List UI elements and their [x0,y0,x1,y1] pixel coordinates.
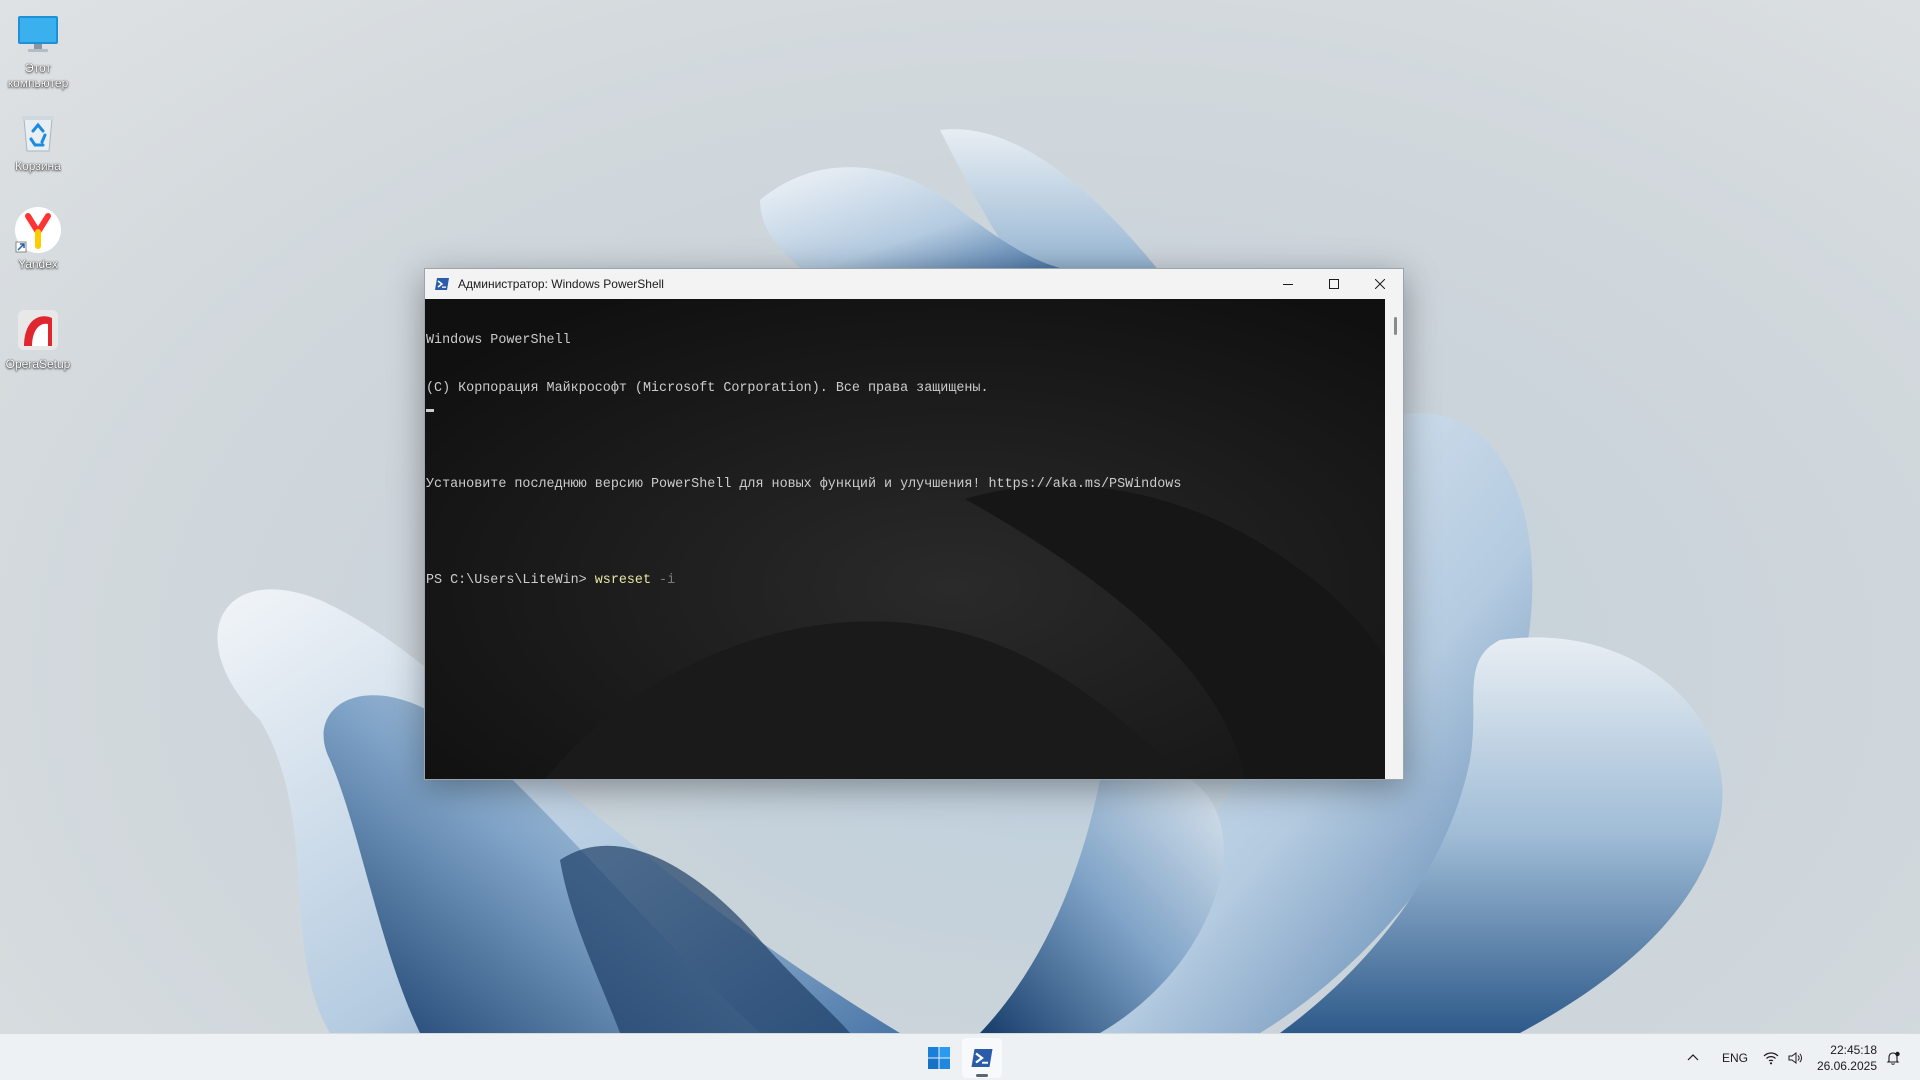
volume-icon [1788,1051,1802,1064]
notification-icon [1886,1051,1900,1065]
wifi-icon [1763,1051,1779,1064]
desktop-icon-label: Корзина [15,159,61,173]
running-indicator [976,1074,988,1077]
desktop-icon-label: Этот компьютер [7,61,69,90]
desktop-icon-label: OperaSetup [5,357,71,371]
clock-date: 26.06.2025 [1816,1059,1877,1073]
console-prompt: PS C:\Users\LiteWin> [426,573,595,588]
console-line: (C) Корпорация Майкрософт (Microsoft Cor… [426,381,989,396]
taskbar: ENG 22:45:18 26.06.2025 [0,1033,1920,1080]
language-label: ENG [1722,1050,1749,1065]
monitor-icon [14,10,62,58]
desktop-icon-operasetup[interactable]: OperaSetup [2,306,74,372]
console-scrollbar[interactable] [1386,299,1403,779]
show-hidden-icons-button[interactable] [1686,1034,1700,1080]
recycle-bin-icon [14,108,62,156]
close-button[interactable] [1357,269,1403,299]
yandex-browser-icon [14,206,62,254]
console-prompt-line: PS C:\Users\LiteWin> wsreset -i [426,573,1181,589]
maximize-icon [1329,279,1339,289]
desktop-icon-this-pc[interactable]: Этот компьютер [2,10,74,91]
desktop-icon-label: Yandex [18,257,58,271]
console-output: Windows PowerShell (C) Корпорация Майкро… [426,301,1181,621]
start-button[interactable] [919,1038,959,1078]
powershell-window[interactable]: Администратор: Windows PowerShell Window… [424,268,1404,780]
volume-button[interactable] [1787,1034,1803,1080]
minimize-icon [1283,284,1293,285]
desktop-icon-yandex[interactable]: Yandex [2,206,74,272]
language-indicator[interactable]: ENG [1722,1034,1748,1080]
taskbar-powershell-button[interactable] [962,1038,1002,1078]
text-cursor [426,409,434,412]
minimize-button[interactable] [1265,269,1311,299]
console-parameter: -i [651,573,676,588]
console-line: Windows PowerShell [426,333,571,348]
scrollbar-thumb[interactable] [1394,317,1397,335]
network-button[interactable] [1763,1034,1779,1080]
close-icon [1375,279,1385,289]
notification-button[interactable] [1885,1034,1901,1080]
powershell-icon [434,276,450,292]
console-area[interactable]: Windows PowerShell (C) Корпорация Майкро… [425,299,1385,779]
clock[interactable]: 22:45:18 26.06.2025 [1817,1042,1877,1074]
powershell-icon [971,1049,993,1067]
console-command: wsreset [594,573,651,588]
clock-time: 22:45:18 [1830,1043,1877,1057]
window-title: Администратор: Windows PowerShell [458,277,664,291]
console-line: Установите последнюю версию PowerShell д… [426,477,1182,492]
desktop-icon-recycle-bin[interactable]: Корзина [2,108,74,174]
chevron-up-icon [1687,1053,1699,1060]
windows-start-icon [928,1047,950,1069]
maximize-button[interactable] [1311,269,1357,299]
opera-icon [14,306,62,354]
window-titlebar[interactable]: Администратор: Windows PowerShell [425,269,1403,299]
